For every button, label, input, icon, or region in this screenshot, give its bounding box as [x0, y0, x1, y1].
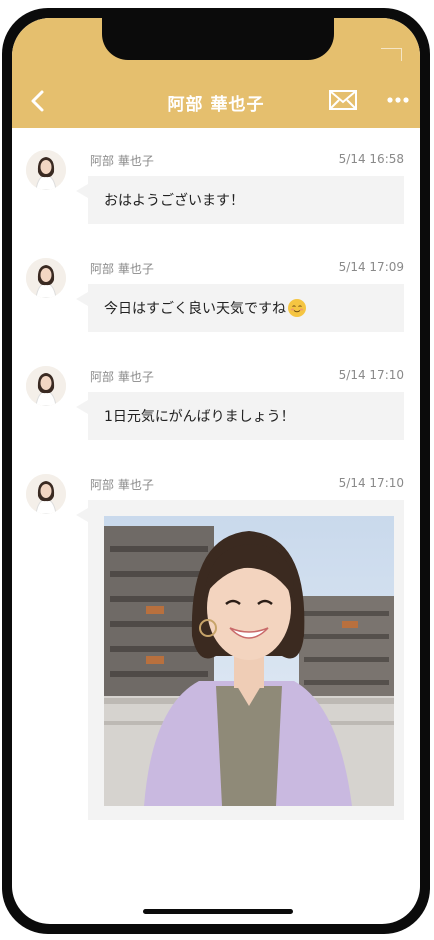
- message-text: 1日元気にがんばりましょう！: [104, 409, 295, 425]
- chat-title: 阿部 華也子: [167, 95, 265, 115]
- avatar-portrait-icon: [26, 258, 66, 298]
- screen: 阿部 華也子 阿部 華也子 5/14 16:58 おはようございます！ 阿部 華…: [12, 18, 420, 924]
- mail-button[interactable]: [328, 88, 358, 112]
- message-text: おはようございます！: [104, 193, 244, 209]
- sender-name: 阿部 華也子: [90, 478, 154, 492]
- message-bubble[interactable]: 1日元気にがんばりましょう！: [88, 392, 404, 440]
- sender-name: 阿部 華也子: [90, 370, 154, 384]
- phone-frame: 阿部 華也子 阿部 華也子 5/14 16:58 おはようございます！ 阿部 華…: [2, 8, 430, 934]
- sender-avatar[interactable]: [26, 258, 66, 298]
- home-indicator[interactable]: [143, 909, 293, 914]
- avatar-portrait-icon: [26, 366, 66, 406]
- bubble-tail: [76, 184, 88, 198]
- image-message-bubble: [88, 500, 404, 820]
- sender-avatar[interactable]: [26, 474, 66, 514]
- more-options-button[interactable]: [384, 90, 412, 110]
- message-timestamp: 5/14 17:10: [338, 476, 404, 490]
- sender-avatar[interactable]: [26, 150, 66, 190]
- portrait-photo-illustration: [104, 516, 394, 806]
- sender-name: 阿部 華也子: [90, 262, 154, 276]
- more-dots-icon: [387, 97, 409, 103]
- message-bubble[interactable]: 今日はすごく良い天気ですね: [88, 284, 404, 332]
- message-bubble[interactable]: おはようございます！: [88, 176, 404, 224]
- avatar-portrait-icon: [26, 150, 66, 190]
- relieved-face-emoji: [288, 299, 306, 317]
- message-timestamp: 5/14 17:09: [338, 260, 404, 274]
- message-timestamp: 5/14 17:10: [338, 368, 404, 382]
- bubble-tail: [76, 508, 88, 522]
- bubble-tail: [76, 400, 88, 414]
- avatar-portrait-icon: [26, 474, 66, 514]
- envelope-icon: [329, 90, 357, 110]
- sender-avatar[interactable]: [26, 366, 66, 406]
- portrait-photo[interactable]: [104, 516, 394, 806]
- sender-name: 阿部 華也子: [90, 154, 154, 168]
- message-timestamp: 5/14 16:58: [338, 152, 404, 166]
- status-indicator: [381, 48, 402, 61]
- device-notch: [102, 18, 334, 60]
- message-text: 今日はすごく良い天気ですね: [104, 301, 286, 317]
- bubble-tail: [76, 292, 88, 306]
- app-header: 阿部 華也子: [12, 18, 420, 128]
